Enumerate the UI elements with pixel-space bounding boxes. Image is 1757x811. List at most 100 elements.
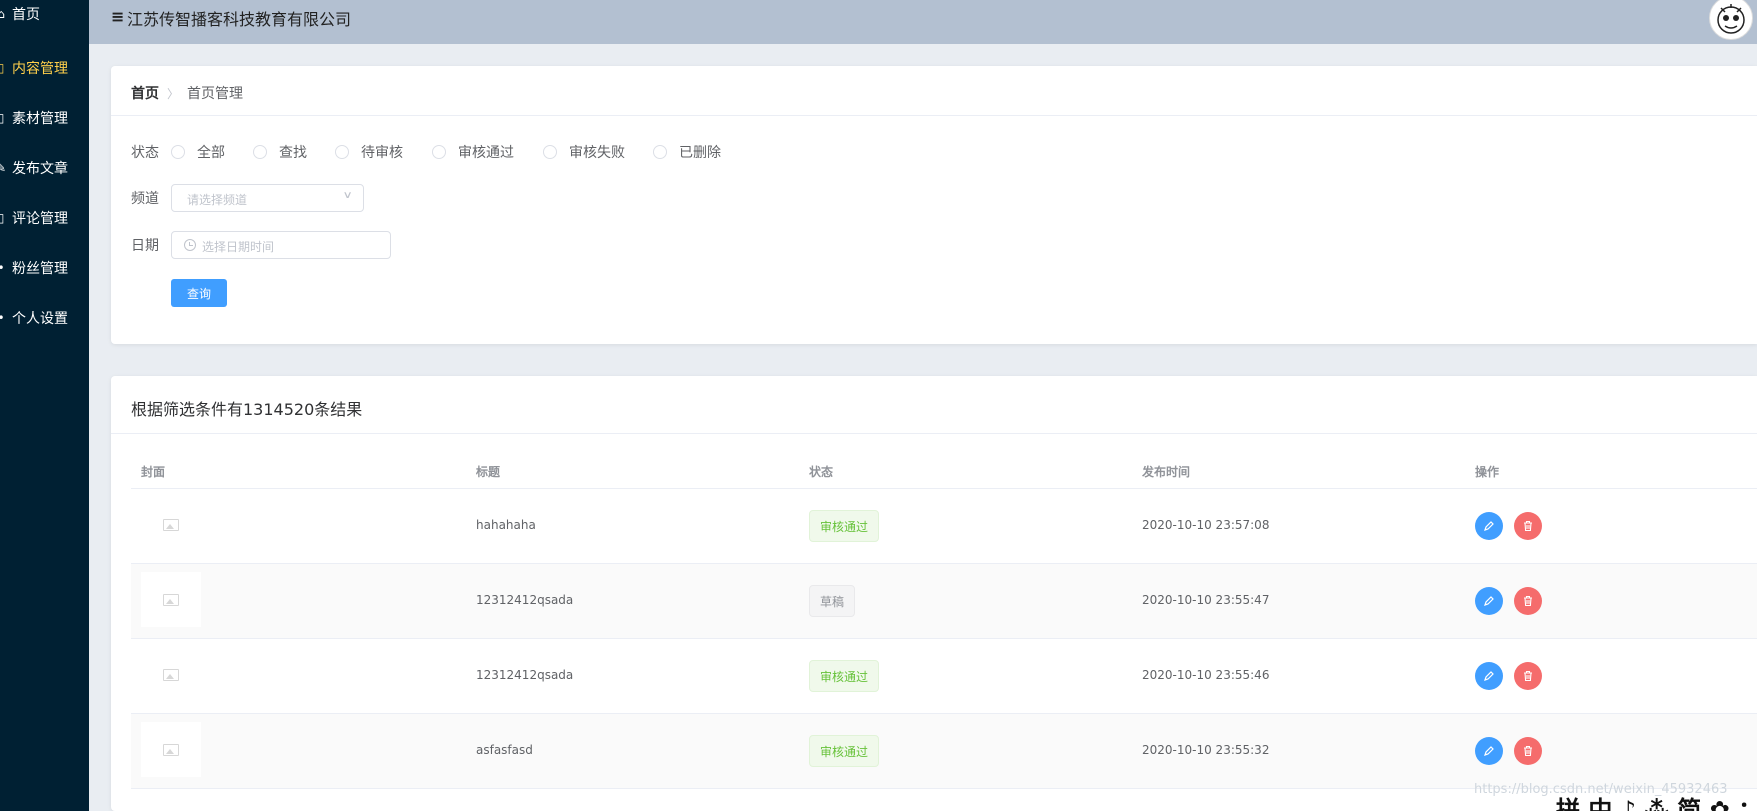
row-title: 12312412qsada	[476, 593, 574, 607]
radio-label: 全部	[197, 145, 225, 161]
edit-icon	[1484, 521, 1494, 531]
delete-icon	[1524, 745, 1532, 757]
edit-button[interactable]	[1475, 662, 1503, 690]
top-header: ≡ 江苏传智播客科技教育有限公司	[89, 0, 1757, 44]
filter-card: 首页 〉 首页管理 状态 全部 查找 待审核 审核通过 审核失败 已删除 频道 …	[111, 66, 1757, 344]
menu-fold-icon[interactable]: ≡	[111, 7, 124, 26]
edit-button[interactable]	[1475, 587, 1503, 615]
row-time: 2020-10-10 23:55:32	[1142, 743, 1270, 757]
delete-button[interactable]	[1514, 737, 1542, 765]
channel-label: 频道	[131, 191, 159, 207]
table-row: hahahaha 审核通过 2020-10-10 23:57:08	[131, 489, 1757, 564]
table-row: asfasfasd 审核通过 2020-10-10 23:55:32	[131, 714, 1757, 789]
breadcrumb: 首页 〉 首页管理	[131, 83, 243, 103]
radio-circle	[432, 145, 446, 159]
status-radio-rejected[interactable]: 审核失败	[543, 142, 625, 162]
status-radio-deleted[interactable]: 已删除	[653, 142, 721, 162]
image-placeholder-icon	[163, 594, 179, 606]
cover-image	[141, 497, 201, 552]
edit-button[interactable]	[1475, 737, 1503, 765]
setting-icon: •	[0, 311, 8, 325]
radio-label: 审核失败	[569, 145, 625, 161]
date-placeholder: 选择日期时间	[202, 240, 275, 254]
picture-icon: ▯	[0, 111, 5, 125]
delete-icon	[1524, 595, 1532, 607]
radio-label: 查找	[279, 145, 307, 161]
table-header: 封面 标题 状态 发布时间 操作	[131, 458, 1757, 489]
avatar[interactable]	[1709, 0, 1753, 40]
row-time: 2020-10-10 23:55:47	[1142, 593, 1270, 607]
row-title: 12312412qsada	[476, 668, 574, 682]
breadcrumb-separator-icon: 〉	[167, 86, 180, 101]
table-row: 12312412qsada 草稿 2020-10-10 23:55:47	[131, 564, 1757, 639]
radio-circle	[171, 145, 185, 159]
status-radio-search[interactable]: 查找	[253, 142, 307, 162]
delete-button[interactable]	[1514, 662, 1542, 690]
sidebar-item-home[interactable]: ⌂ 首页	[0, 0, 89, 34]
result-card: 根据筛选条件有1314520条结果 封面 标题 状态 发布时间 操作 hahah…	[111, 376, 1757, 811]
edit-button[interactable]	[1475, 512, 1503, 540]
column-header-actions: 操作	[1475, 465, 1500, 479]
sidebar-item-publish[interactable]: ✎ 发布文章	[0, 148, 89, 188]
sidebar: ⌂ 首页 ▯ 内容管理 ▯ 素材管理 ✎ 发布文章 ▯ 评论管理 • 粉丝管理 …	[0, 0, 89, 811]
row-time: 2020-10-10 23:55:46	[1142, 668, 1270, 682]
result-count-title: 根据筛选条件有1314520条结果	[131, 400, 363, 419]
radio-circle	[543, 145, 557, 159]
sidebar-item-label: 首页	[12, 7, 40, 23]
edit-icon	[1484, 671, 1494, 681]
chat-icon: ▯	[0, 211, 5, 225]
sidebar-item-label: 发布文章	[12, 161, 68, 177]
clock-icon	[184, 239, 196, 251]
status-radio-approved[interactable]: 审核通过	[432, 142, 514, 162]
cover-image	[141, 722, 201, 777]
edit-icon	[1484, 746, 1494, 756]
status-badge: 审核通过	[809, 735, 880, 767]
edit-icon	[1484, 596, 1494, 606]
channel-placeholder: 请选择频道	[187, 193, 248, 207]
column-header-time: 发布时间	[1142, 465, 1191, 479]
image-placeholder-icon	[163, 744, 179, 756]
filter-card-header: 首页 〉 首页管理	[111, 66, 1757, 116]
date-picker-input[interactable]: 选择日期时间	[171, 231, 391, 259]
sidebar-item-settings[interactable]: • 个人设置	[0, 298, 89, 338]
delete-icon	[1524, 520, 1532, 532]
delete-button[interactable]	[1514, 587, 1542, 615]
breadcrumb-home[interactable]: 首页	[131, 83, 159, 103]
sidebar-item-comment[interactable]: ▯ 评论管理	[0, 198, 89, 238]
sidebar-item-label: 内容管理	[12, 61, 68, 77]
radio-label: 已删除	[679, 145, 721, 161]
status-radio-all[interactable]: 全部	[171, 142, 225, 162]
sidebar-item-label: 个人设置	[12, 311, 68, 327]
image-placeholder-icon	[163, 519, 179, 531]
delete-icon	[1524, 670, 1532, 682]
chevron-down-icon: ∨	[342, 190, 353, 201]
sidebar-item-content[interactable]: ▯ 内容管理	[0, 48, 89, 88]
company-name: 江苏传智播客科技教育有限公司	[127, 10, 352, 29]
status-badge: 审核通过	[809, 510, 880, 542]
channel-select[interactable]: 请选择频道 ∨	[171, 184, 364, 212]
sidebar-item-label: 评论管理	[12, 211, 68, 227]
ime-toolbar: 拼 中 ♪ ⁂ 简 ✿ ：	[1556, 796, 1757, 811]
result-card-header: 根据筛选条件有1314520条结果	[111, 376, 1757, 434]
article-table: 封面 标题 状态 发布时间 操作 hahahaha 审核通过 2020-10-1…	[131, 458, 1757, 789]
delete-button[interactable]	[1514, 512, 1542, 540]
status-label: 状态	[131, 145, 159, 161]
query-button[interactable]: 查询	[171, 279, 227, 307]
row-title: asfasfasd	[476, 743, 533, 757]
sidebar-item-fans[interactable]: • 粉丝管理	[0, 248, 89, 288]
row-title: hahahaha	[476, 518, 536, 532]
user-icon: •	[0, 261, 8, 275]
sidebar-item-label: 素材管理	[12, 111, 68, 127]
cover-image	[141, 647, 201, 702]
status-badge: 草稿	[809, 585, 856, 617]
radio-circle	[253, 145, 267, 159]
date-label: 日期	[131, 238, 159, 254]
column-header-status: 状态	[809, 465, 834, 479]
sidebar-item-label: 粉丝管理	[12, 261, 68, 277]
cover-image	[141, 572, 201, 627]
sidebar-item-material[interactable]: ▯ 素材管理	[0, 98, 89, 138]
status-radio-pending[interactable]: 待审核	[335, 142, 403, 162]
document-icon: ▯	[0, 61, 5, 75]
radio-circle	[335, 145, 349, 159]
column-header-title: 标题	[476, 465, 501, 479]
